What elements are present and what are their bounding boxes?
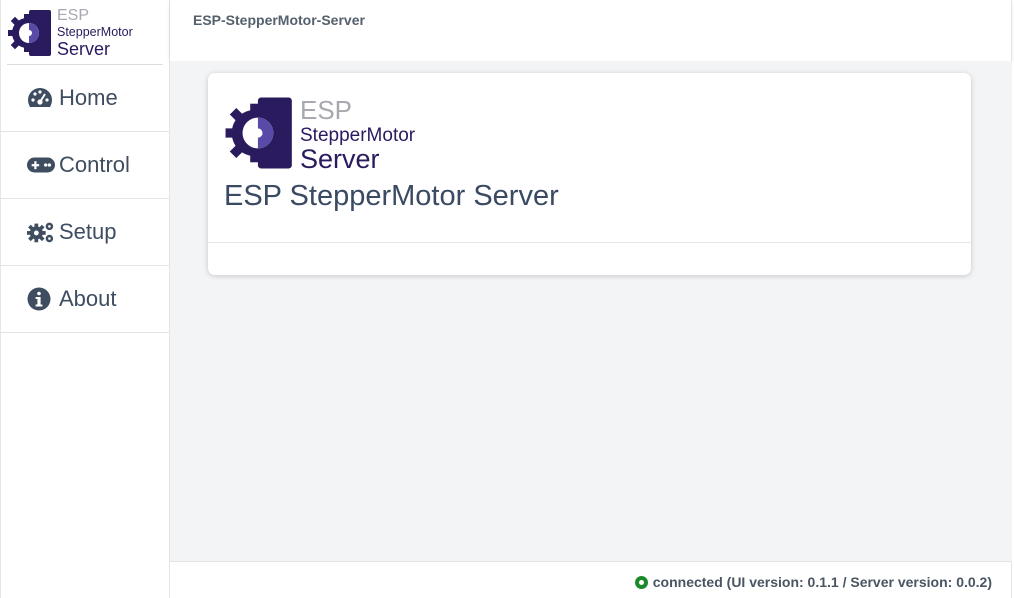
card-divider — [208, 242, 971, 243]
sidebar-logo-text: ESP StepperMotor Server — [57, 8, 133, 58]
main-content: ESP StepperMotor Server ESP StepperMotor… — [170, 61, 1012, 561]
stepper-motor-logo-icon — [8, 10, 51, 56]
sidebar-item-label: Setup — [59, 219, 117, 244]
app-root: ESP StepperMotor Server Home Control Set… — [0, 0, 1014, 598]
sidebar-item-home[interactable]: Home — [1, 65, 169, 132]
sidebar-item-control[interactable]: Control — [1, 132, 169, 199]
status-text: connected (UI version: 0.1.1 / Server ve… — [652, 574, 992, 590]
logo-line-steppermotor: StepperMotor — [57, 25, 133, 39]
logo-line-steppermotor: StepperMotor — [300, 125, 416, 146]
sidebar-item-label: Home — [59, 85, 118, 110]
info-circle-icon — [27, 287, 55, 311]
top-bar: ESP-StepperMotor-Server — [170, 0, 1012, 61]
logo-line-server: Server — [57, 38, 111, 59]
status-indicator-icon — [634, 575, 648, 589]
sidebar-logo[interactable]: ESP StepperMotor Server — [7, 0, 163, 65]
sidebar-item-label: About — [59, 286, 117, 311]
card-title: ESP StepperMotor Server — [224, 180, 559, 212]
connection-status: connected (UI version: 0.1.1 / Server ve… — [634, 574, 992, 590]
gauge-icon — [27, 86, 55, 110]
sidebar-item-setup[interactable]: Setup — [1, 199, 169, 266]
status-footer: connected (UI version: 0.1.1 / Server ve… — [170, 561, 1012, 598]
card-logo-text: ESP StepperMotor Server — [300, 97, 415, 173]
sidebar-item-about[interactable]: About — [1, 266, 169, 333]
logo-line-server: Server — [300, 144, 380, 174]
sidebar-item-label: Control — [59, 152, 130, 177]
welcome-card: ESP StepperMotor Server ESP StepperMotor… — [208, 73, 971, 275]
sidebar-nav: Home Control Setup About — [1, 65, 169, 333]
logo-line-esp: ESP — [57, 7, 90, 24]
gamepad-icon — [27, 153, 55, 177]
gears-icon — [27, 220, 55, 244]
logo-line-esp: ESP — [300, 95, 353, 125]
page-title: ESP-StepperMotor-Server — [193, 12, 365, 28]
stepper-motor-logo-icon — [225, 97, 292, 169]
sidebar: ESP StepperMotor Server Home Control Set… — [0, 0, 170, 598]
